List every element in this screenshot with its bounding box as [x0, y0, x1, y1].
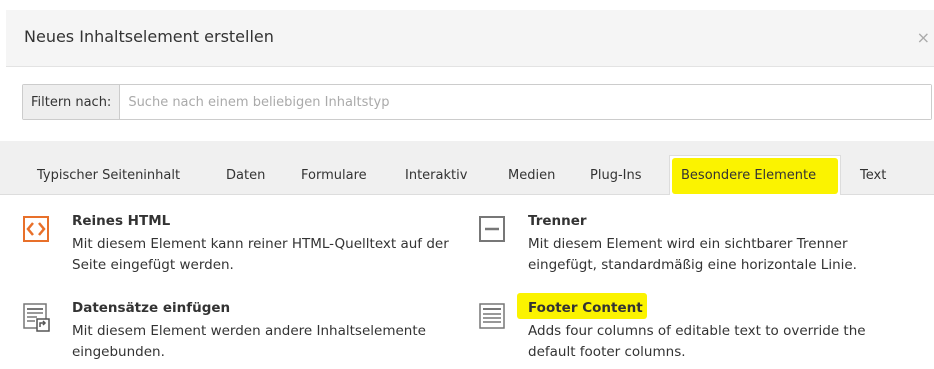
- content-element-title: Trenner: [528, 213, 587, 229]
- description-line: Adds four columns of editable text to ov…: [528, 323, 866, 339]
- content-element-datensaetze-einfuegen[interactable]: Datensätze einfügen Mit diesem Element w…: [23, 300, 473, 362]
- tab-bar: Typischer Seiteninhalt Daten Formulare I…: [0, 141, 934, 195]
- divider-icon: [479, 216, 505, 242]
- content-element-reines-html[interactable]: Reines HTML Mit diesem Element kann rein…: [23, 213, 473, 273]
- content-element-trenner[interactable]: Trenner Mit diesem Element wird ein sich…: [479, 213, 929, 273]
- content-element-footer-content[interactable]: Footer Content Adds four columns of edit…: [479, 293, 929, 363]
- tab-typischer-seiteninhalt[interactable]: Typischer Seiteninhalt: [37, 168, 180, 183]
- description-line: default footer columns.: [528, 344, 686, 360]
- tab-besondere-elemente[interactable]: Besondere Elemente: [681, 168, 816, 183]
- description-line: Mit diesem Element kann reiner HTML-Quel…: [72, 236, 449, 252]
- filter-label: Filtern nach:: [23, 85, 121, 119]
- tab-daten[interactable]: Daten: [226, 168, 265, 183]
- filter-input[interactable]: [120, 85, 931, 119]
- content-element-description: Mit diesem Element werden andere Inhalts…: [72, 321, 426, 363]
- close-icon[interactable]: ×: [917, 30, 930, 46]
- description-line: Mit diesem Element werden andere Inhalts…: [72, 323, 426, 339]
- tab-plug-ins[interactable]: Plug-Ins: [590, 168, 641, 183]
- tab-formulare[interactable]: Formulare: [301, 168, 367, 183]
- description-line: eingefügt, standardmäßig eine horizontal…: [528, 257, 857, 273]
- html-code-icon: [23, 216, 49, 242]
- filter-field: Filtern nach:: [22, 84, 932, 120]
- dialog-header: Neues Inhaltselement erstellen ×: [6, 10, 934, 67]
- description-line: Seite eingefügt werden.: [72, 257, 234, 273]
- content-element-title: Footer Content: [528, 300, 643, 316]
- content-element-description: Adds four columns of editable text to ov…: [528, 321, 866, 363]
- tab-medien[interactable]: Medien: [508, 168, 555, 183]
- content-element-title: Reines HTML: [72, 213, 171, 229]
- text-columns-icon: [479, 303, 505, 329]
- tab-interaktiv[interactable]: Interaktiv: [405, 168, 467, 183]
- content-element-title: Datensätze einfügen: [72, 300, 231, 316]
- description-line: eingebunden.: [72, 344, 165, 360]
- dialog-title: Neues Inhaltselement erstellen: [24, 27, 274, 46]
- insert-records-icon: [23, 303, 50, 332]
- content-element-description: Mit diesem Element wird ein sichtbarer T…: [528, 234, 857, 276]
- description-line: Mit diesem Element wird ein sichtbarer T…: [528, 236, 848, 252]
- content-element-description: Mit diesem Element kann reiner HTML-Quel…: [72, 234, 449, 276]
- tab-text[interactable]: Text: [860, 168, 886, 183]
